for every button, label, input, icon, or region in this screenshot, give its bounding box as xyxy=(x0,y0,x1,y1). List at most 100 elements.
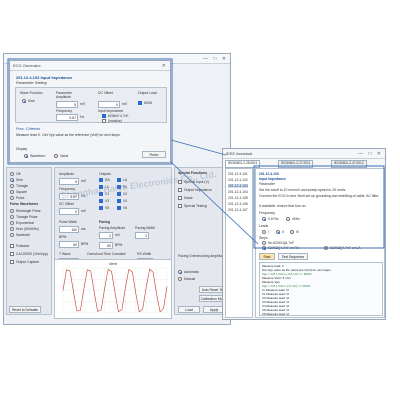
outputs-label: Outputs xyxy=(99,172,111,176)
clause-sub: Paramater xyxy=(259,182,275,186)
automatic-radio[interactable] xyxy=(178,270,182,274)
amplitude-label: Amplitude xyxy=(59,172,75,176)
popup-dc-offset-unit: mV xyxy=(122,102,128,106)
step-radio-0[interactable] xyxy=(262,241,266,245)
display-waveform-label: Waveform xyxy=(30,154,46,158)
tree-item-1[interactable]: 201.12.4.102 xyxy=(228,178,248,182)
output-check-v5[interactable] xyxy=(99,206,103,210)
automatic-label: Automatic xyxy=(184,270,200,274)
clause-content: 201.12.4.103 Input Impedance Paramater S… xyxy=(255,168,385,318)
lead-radio-1[interactable] xyxy=(276,230,280,234)
standard-tab-2[interactable]: IEC60601-2-47:2012 xyxy=(331,160,367,168)
pacing-amplitude-field[interactable]: 2 xyxy=(99,232,113,239)
popup-window-controls[interactable]: ✕ xyxy=(162,62,168,71)
load-button[interactable]: Load xyxy=(178,306,200,313)
popup-frequency-field[interactable]: 0.67 xyxy=(56,114,78,121)
special-check-2[interactable] xyxy=(178,196,182,200)
output-check-v3[interactable] xyxy=(99,199,103,203)
pacing-width-label: Pacing Width xyxy=(135,226,155,230)
wave-label-4: Pulse xyxy=(16,196,25,200)
amplitude-unit: mV xyxy=(81,179,87,183)
special-label-1: Output Impedance xyxy=(184,188,212,192)
wave-radio-0[interactable] xyxy=(10,172,14,176)
overshoot-heading: Pacing Overshooting Amplitude xyxy=(178,254,226,258)
display-waveform-radio[interactable] xyxy=(24,154,28,158)
display-value-radio[interactable] xyxy=(54,154,58,158)
sine-radio[interactable] xyxy=(22,99,26,103)
tree-item-0[interactable]: 201.12.4.101 xyxy=(228,172,248,176)
pulse-label-2: Exponential xyxy=(16,221,34,225)
test-sequence-button[interactable]: Test Sequence xyxy=(278,253,308,260)
clause-line-1: Set the cutoff to 10 mm/mV and sweep spe… xyxy=(259,188,347,192)
popup-amplitude-field[interactable]: 5 xyxy=(56,101,78,108)
special-check-1[interactable] xyxy=(178,188,182,192)
results-area: Measure lead: II Get Vpp value as the ref… xyxy=(259,262,383,316)
param-amplitude-label: Parameter Amplitude xyxy=(56,91,72,99)
step-radio-2[interactable] xyxy=(324,246,328,250)
standard-tab-1[interactable]: IEC60601-2-27:2011 xyxy=(278,160,314,168)
pacing-width-field[interactable]: 2 xyxy=(135,232,149,239)
step-opt-label-2: 620KΩ||4.7nF on LA xyxy=(330,246,361,250)
lower-label-0: Fullwave xyxy=(16,244,30,248)
dc-offset-label: DC Offset xyxy=(59,202,74,206)
result-line-12: V6 Measure lead: VI xyxy=(262,312,290,316)
tree-item-4[interactable]: 201.12.4.105 xyxy=(228,196,248,200)
freq-radio-1[interactable] xyxy=(286,217,290,221)
pulse-radio-0[interactable] xyxy=(10,209,14,213)
standard-tab-0[interactable]: IEC60601-2-25:2011 xyxy=(225,160,261,168)
reset-defaults-button[interactable]: Reset to Defaults xyxy=(9,306,41,313)
lead-radio-0[interactable] xyxy=(262,230,266,234)
input-impedance-checkbox-2[interactable] xyxy=(102,119,106,123)
start-button[interactable]: Start xyxy=(259,253,275,260)
lower-label-1: CAL20000 (10mVpp) xyxy=(16,252,48,256)
pulse-radio-4[interactable] xyxy=(10,233,14,237)
output-check-v4[interactable] xyxy=(117,199,121,203)
popup-section-title: 201.12.4.103 Input Impedance xyxy=(16,75,73,80)
pulse-label-4: Sawtooth xyxy=(16,233,31,237)
pulse-radio-3[interactable] xyxy=(10,227,14,231)
lower-check-2[interactable] xyxy=(10,260,14,264)
tree-item-3[interactable]: 201.12.4.104 xyxy=(228,190,248,194)
load-600-label: 600Ω xyxy=(144,101,153,105)
pulse-radio-2[interactable] xyxy=(10,221,14,225)
window-controls[interactable]: — □ ✕ xyxy=(203,55,228,64)
tree-item-2[interactable]: 201.12.4.103 xyxy=(228,184,248,188)
wave-radio-1[interactable] xyxy=(10,178,14,182)
wave-radio-3[interactable] xyxy=(10,190,14,194)
output-check-v6[interactable] xyxy=(117,206,121,210)
dc-offset-field[interactable]: 0 xyxy=(59,208,79,215)
lower-check-1[interactable] xyxy=(10,252,14,256)
tree-item-5[interactable]: 201.12.4.106 xyxy=(228,202,248,206)
lead-radio-2[interactable] xyxy=(290,230,294,234)
pulse-width-field[interactable]: 100 xyxy=(59,226,79,233)
input-impedance-checkbox-1[interactable] xyxy=(102,114,106,118)
wave-radio-4[interactable] xyxy=(10,196,14,200)
lower-label-2: Output Capture xyxy=(16,260,40,264)
finish-button[interactable]: Finish xyxy=(142,151,166,158)
wave-radio-2[interactable] xyxy=(10,184,14,188)
freq-radio-0[interactable] xyxy=(262,217,266,221)
assistant-window-controls[interactable]: — □ ✕ xyxy=(358,150,383,159)
special-label-2: Noise xyxy=(184,196,193,200)
input-impedance-opt1: 620kΩ+4.7nF xyxy=(108,114,129,118)
popup-amplitude-unit: mV xyxy=(80,102,86,106)
bpm-field[interactable]: 60 xyxy=(59,241,79,248)
amplitude-field[interactable]: 5 xyxy=(59,178,79,185)
tree-item-6[interactable]: 201.12.4.107 xyxy=(228,208,248,212)
display-label: Display xyxy=(16,147,28,151)
assistant-title: IEEE Assistant xyxy=(226,151,253,156)
special-check-3[interactable] xyxy=(178,204,182,208)
load-600-checkbox[interactable] xyxy=(138,101,142,105)
step-radio-1[interactable] xyxy=(262,246,266,250)
proc-criterion-text: Measure lead: II. Get Vpp value as the r… xyxy=(16,133,121,137)
pacing-period-field[interactable]: 60 xyxy=(99,242,113,249)
steps-label: Steps xyxy=(259,236,268,240)
dc-offset-unit: mV xyxy=(81,209,87,213)
lower-check-0[interactable] xyxy=(10,244,14,248)
manual-radio[interactable] xyxy=(178,277,182,281)
waveform-chart: Ident xyxy=(62,262,168,314)
output-check-ra[interactable] xyxy=(99,178,103,182)
pulse-radio-1[interactable] xyxy=(10,215,14,219)
lead-opt-label-0: I xyxy=(268,230,269,234)
popup-dc-offset-field[interactable]: 0 xyxy=(98,101,120,108)
